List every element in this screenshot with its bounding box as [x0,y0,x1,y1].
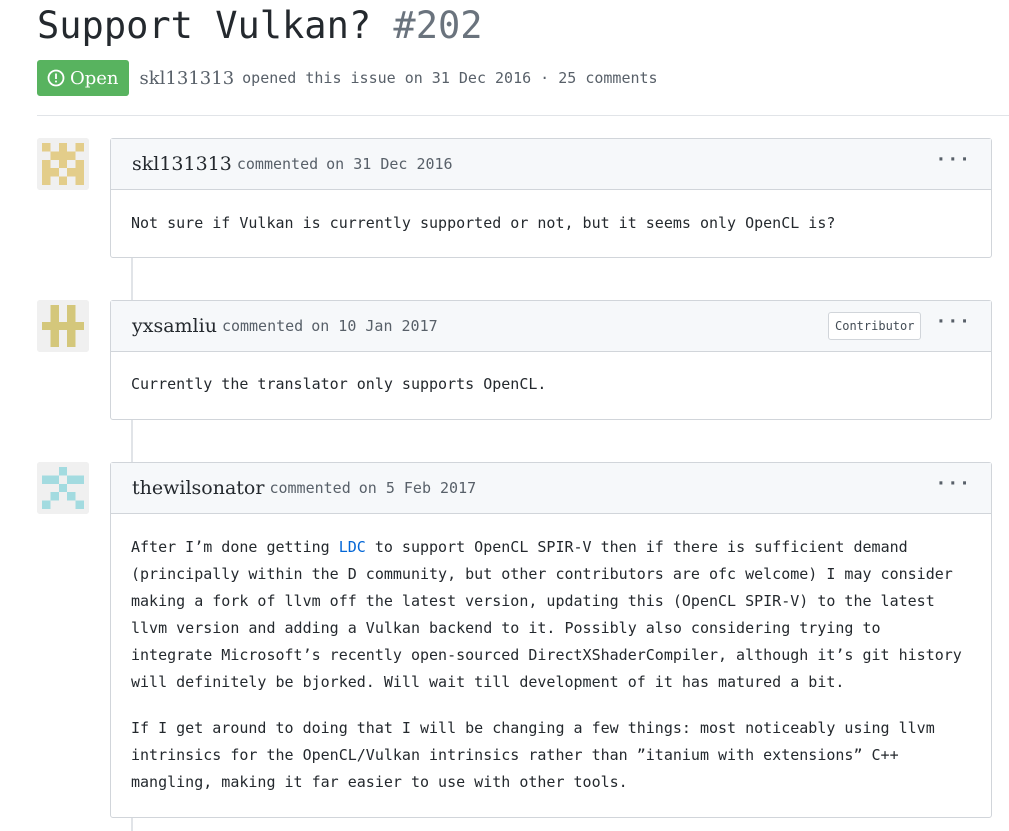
text-run: intrinsics for the OpenCL/Vulkan intrins… [131,746,899,764]
text-run: (principally within the D community, but… [131,565,953,583]
comment-body: Not sure if Vulkan is currently supporte… [111,190,991,237]
comment-header: thewilsonator commented on 5 Feb 2017 ··… [111,463,991,514]
comment-header-actions: ··· [935,475,971,497]
comment-author-link[interactable]: thewilsonator [132,477,264,499]
comment-date-link[interactable]: on 5 Feb 2017 [359,479,476,497]
avatar[interactable] [37,138,89,190]
comment-action: commented [221,317,304,335]
text-run: If I get around to doing that I will be … [131,719,935,737]
issue-title-row: Support Vulkan? #202 [37,2,483,50]
comment-date-link[interactable]: on 10 Jan 2017 [311,317,437,335]
comment-card: skl131313 commented on 31 Dec 2016 ··· N… [110,138,992,258]
comment-body: Currently the translator only supports O… [111,352,991,398]
comment-text: Not sure if Vulkan is currently supporte… [131,214,836,232]
comment-date-link[interactable]: on 31 Dec 2016 [326,155,452,173]
comment-paragraph: After I’m done getting LDC to support Op… [131,534,971,696]
comment-author-link[interactable]: skl131313 [132,153,232,175]
comment-header: skl131313 commented on 31 Dec 2016 ··· [111,139,991,190]
comment-card: thewilsonator commented on 5 Feb 2017 ··… [110,462,992,818]
issue-author-link[interactable]: skl131313 [140,68,235,89]
comment-author-link[interactable]: yxsamliu [132,315,217,337]
comment-header-actions: Contributor ··· [828,312,971,340]
comment-text: Currently the translator only supports O… [131,375,547,393]
avatar[interactable] [37,300,89,352]
avatar[interactable] [37,462,89,514]
ldc-link[interactable]: LDC [339,538,366,556]
kebab-horizontal-icon[interactable]: ··· [935,151,971,173]
text-run: will definitely be bjorked. Will wait ti… [131,673,845,691]
issue-number: #202 [393,4,483,47]
timeline-connector [131,818,133,831]
timeline-connector [131,420,133,462]
issue-opened-icon [47,69,65,87]
comment-header: yxsamliu commented on 10 Jan 2017 Contri… [111,301,991,352]
comment-action: commented [269,479,351,497]
comment-header-actions: ··· [935,151,971,173]
text-run: After I’m done getting [131,538,339,556]
text-run: making a fork of llvm off the latest ver… [131,592,935,610]
header-divider [37,115,1009,116]
contributor-badge: Contributor [828,312,922,340]
issue-meta-text: opened this issue on 31 Dec 2016 · 25 co… [242,69,658,87]
issue-title: Support Vulkan? [37,4,372,47]
text-run: llvm version and adding a Vulkan backend… [131,619,881,637]
comment-action: commented [236,155,319,173]
comment-paragraph: If I get around to doing that I will be … [131,715,971,796]
state-badge: Open [37,60,129,96]
identicon-image [37,300,89,352]
text-run: mangling, making it far easier to use wi… [131,773,628,791]
comment-body: After I’m done getting LDC to support Op… [111,514,991,796]
timeline-connector [131,258,133,300]
issue-meta: Open skl131313 opened this issue on 31 D… [37,60,658,96]
text-run: integrate Microsoft’s recently open-sour… [131,646,962,664]
comment-card: yxsamliu commented on 10 Jan 2017 Contri… [110,300,992,420]
identicon-image [37,138,89,190]
kebab-horizontal-icon[interactable]: ··· [935,313,971,335]
kebab-horizontal-icon[interactable]: ··· [935,475,971,497]
identicon-image [37,462,89,514]
text-run: to support OpenCL SPIR-V then if there i… [365,538,908,556]
state-label: Open [70,67,119,89]
